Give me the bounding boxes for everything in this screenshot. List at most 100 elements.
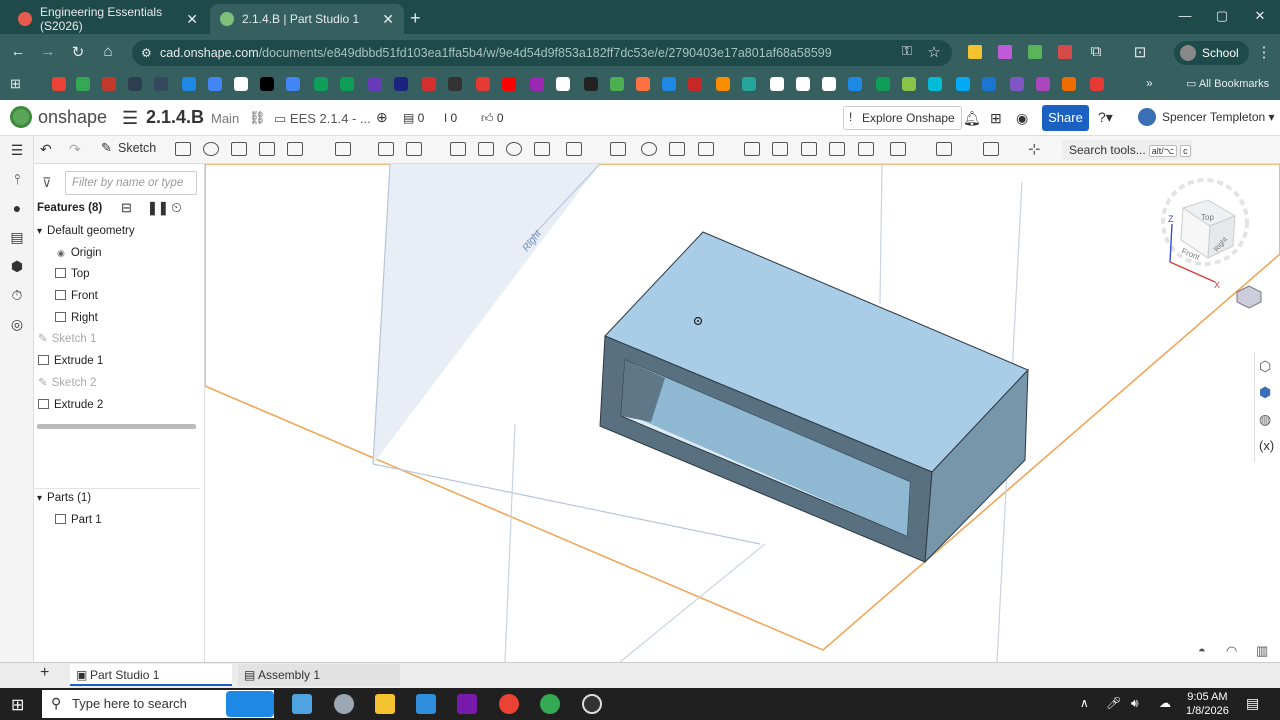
feature-sketch-2[interactable]: ✎ Sketch 2 xyxy=(38,374,96,392)
bookmark-icon[interactable] xyxy=(1062,77,1076,91)
onenote-icon[interactable] xyxy=(457,694,477,714)
cylinder-icon[interactable] xyxy=(534,142,550,156)
bookmark-icon[interactable] xyxy=(102,77,116,91)
section-view-icon[interactable]: ◓ xyxy=(1198,643,1206,658)
rib-icon[interactable] xyxy=(450,142,466,156)
grid-toggle-icon[interactable]: ▥ xyxy=(1256,643,1268,659)
rollback-icon[interactable]: ⏲ xyxy=(171,199,182,216)
windows-start-icon[interactable]: ⊞ xyxy=(11,695,24,715)
all-bookmarks[interactable]: ▭ All Bookmarks xyxy=(1186,77,1269,90)
site-info-icon[interactable]: ⚙ xyxy=(141,46,152,60)
properties-icon[interactable]: ⬡ xyxy=(1259,358,1271,375)
bookmark-icon[interactable] xyxy=(1090,77,1104,91)
transform-icon[interactable] xyxy=(698,142,714,156)
delete-part-icon[interactable] xyxy=(744,142,760,156)
bookmark-icon[interactable] xyxy=(314,77,328,91)
appearance-icon[interactable]: ◎ xyxy=(9,316,25,332)
feature-list-icon[interactable]: ☰ xyxy=(9,142,25,158)
bookmark-icon[interactable] xyxy=(982,77,996,91)
window-close-button[interactable]: ✕ xyxy=(1245,8,1275,24)
tab-search-icon[interactable]: ⊡ xyxy=(1130,43,1150,61)
chamfer-icon[interactable] xyxy=(378,142,394,156)
extension-icon[interactable] xyxy=(968,45,982,59)
address-bar[interactable]: cad.onshape.com/documents/e849dbbd51fd10… xyxy=(132,40,952,66)
back-icon[interactable]: ← xyxy=(8,43,28,60)
bookmark-icon[interactable] xyxy=(340,77,354,91)
feature-origin[interactable]: ◉ Origin xyxy=(57,244,102,262)
taskbar-app-icon[interactable] xyxy=(582,694,602,714)
new-tab-button[interactable]: + xyxy=(410,8,421,29)
home-icon[interactable]: ⌂ xyxy=(98,43,118,60)
bookmark-icon[interactable] xyxy=(584,77,598,91)
palette-icon[interactable]: ◉ xyxy=(1016,110,1028,127)
bookmark-icon[interactable] xyxy=(208,77,222,91)
bookmark-icon[interactable] xyxy=(662,77,676,91)
feature-extrude-2[interactable]: Extrude 2 xyxy=(38,396,103,414)
filter-input[interactable]: Filter by name or type xyxy=(65,171,197,195)
parts-folder[interactable]: ▾ Parts (1) xyxy=(37,489,91,507)
like-count[interactable]: 👍︎ 0 xyxy=(481,111,504,126)
move-face-icon[interactable] xyxy=(829,142,845,156)
feature-right[interactable]: Right xyxy=(55,309,98,327)
bookmark-icon[interactable] xyxy=(902,77,916,91)
bookmark-icon[interactable] xyxy=(448,77,462,91)
boolean-icon[interactable] xyxy=(641,142,657,156)
bookmark-icon[interactable] xyxy=(422,77,436,91)
bookmark-icon[interactable] xyxy=(770,77,784,91)
delete-face-icon[interactable] xyxy=(801,142,817,156)
bookmark-icon[interactable] xyxy=(502,77,516,91)
feature-front[interactable]: Front xyxy=(55,287,98,305)
share-button[interactable]: Share xyxy=(1042,105,1089,131)
default-geometry-folder[interactable]: ▾ Default geometry xyxy=(37,222,135,240)
chevron-right-icon[interactable]: » xyxy=(1146,76,1153,90)
thicken-icon[interactable] xyxy=(287,142,303,156)
extrude-icon[interactable] xyxy=(175,142,191,156)
plane-icon[interactable] xyxy=(890,142,906,156)
close-icon[interactable]: ✕ xyxy=(382,11,394,28)
bookmark-icon[interactable] xyxy=(876,77,890,91)
bookmark-icon[interactable] xyxy=(286,77,300,91)
pattern-icon[interactable] xyxy=(566,142,582,156)
bookmark-icon[interactable] xyxy=(636,77,650,91)
revolve-icon[interactable] xyxy=(203,142,219,156)
workspace-name[interactable]: ▭ EES 2.1.4 - ... xyxy=(274,111,371,127)
bookmark-icon[interactable] xyxy=(610,77,624,91)
browser-tab-engineering[interactable]: Engineering Essentials (S2026) ✕ xyxy=(8,4,208,34)
browser-tab-onshape[interactable]: 2.1.4.B | Part Studio 1 ✕ xyxy=(210,4,404,34)
bookmark-icon[interactable] xyxy=(956,77,970,91)
parts-icon[interactable]: ⬢ xyxy=(9,258,25,274)
loft-icon[interactable] xyxy=(259,142,275,156)
chrome-profile-icon[interactable] xyxy=(540,694,560,714)
redo-icon[interactable]: ↷ xyxy=(69,141,81,158)
calculator-icon[interactable] xyxy=(416,694,436,714)
modify-fillet-icon[interactable] xyxy=(772,142,788,156)
maximize-button[interactable]: ▢ xyxy=(1207,8,1237,24)
bookmark-icon[interactable] xyxy=(260,77,274,91)
star-icon[interactable]: ☆ xyxy=(924,43,944,61)
branch-label[interactable]: Main xyxy=(211,111,239,126)
forward-icon[interactable]: → xyxy=(38,43,58,60)
bookmark-icon[interactable] xyxy=(234,77,248,91)
bookmark-icon[interactable] xyxy=(796,77,810,91)
feature-sketch-1[interactable]: ✎ Sketch 1 xyxy=(38,330,96,348)
search-tools-input[interactable]: Search tools... alt/⌥ c xyxy=(1062,140,1192,160)
bookmark-icon[interactable] xyxy=(742,77,756,91)
puzzle-icon[interactable]: ⧉ xyxy=(1086,43,1106,60)
mate-connector-icon[interactable] xyxy=(936,142,952,156)
volume-icon[interactable]: 🔊︎ xyxy=(1131,696,1139,711)
taskbar-clock[interactable]: 9:05 AM 1/8/2026 xyxy=(1186,690,1229,718)
add-custom-feature-icon[interactable]: ⊹ xyxy=(1028,140,1041,158)
menu-icon[interactable]: ⋮ xyxy=(1254,43,1274,61)
bookmark-icon[interactable] xyxy=(76,77,90,91)
globe-icon[interactable]: ⊕ xyxy=(376,109,388,126)
minimize-button[interactable]: — xyxy=(1170,8,1200,23)
variables-panel-icon[interactable]: (x) xyxy=(1259,438,1274,453)
bookmark-icon[interactable] xyxy=(154,77,168,91)
view-mode-icon[interactable] xyxy=(1236,285,1262,309)
variables-icon[interactable]: ⫯ xyxy=(9,171,25,187)
onshape-logo[interactable]: onshape xyxy=(10,106,107,128)
file-explorer-icon[interactable] xyxy=(375,694,395,714)
bookmark-icon[interactable] xyxy=(52,77,66,91)
reload-icon[interactable]: ↻ xyxy=(68,43,88,61)
bookmark-icon[interactable] xyxy=(688,77,702,91)
